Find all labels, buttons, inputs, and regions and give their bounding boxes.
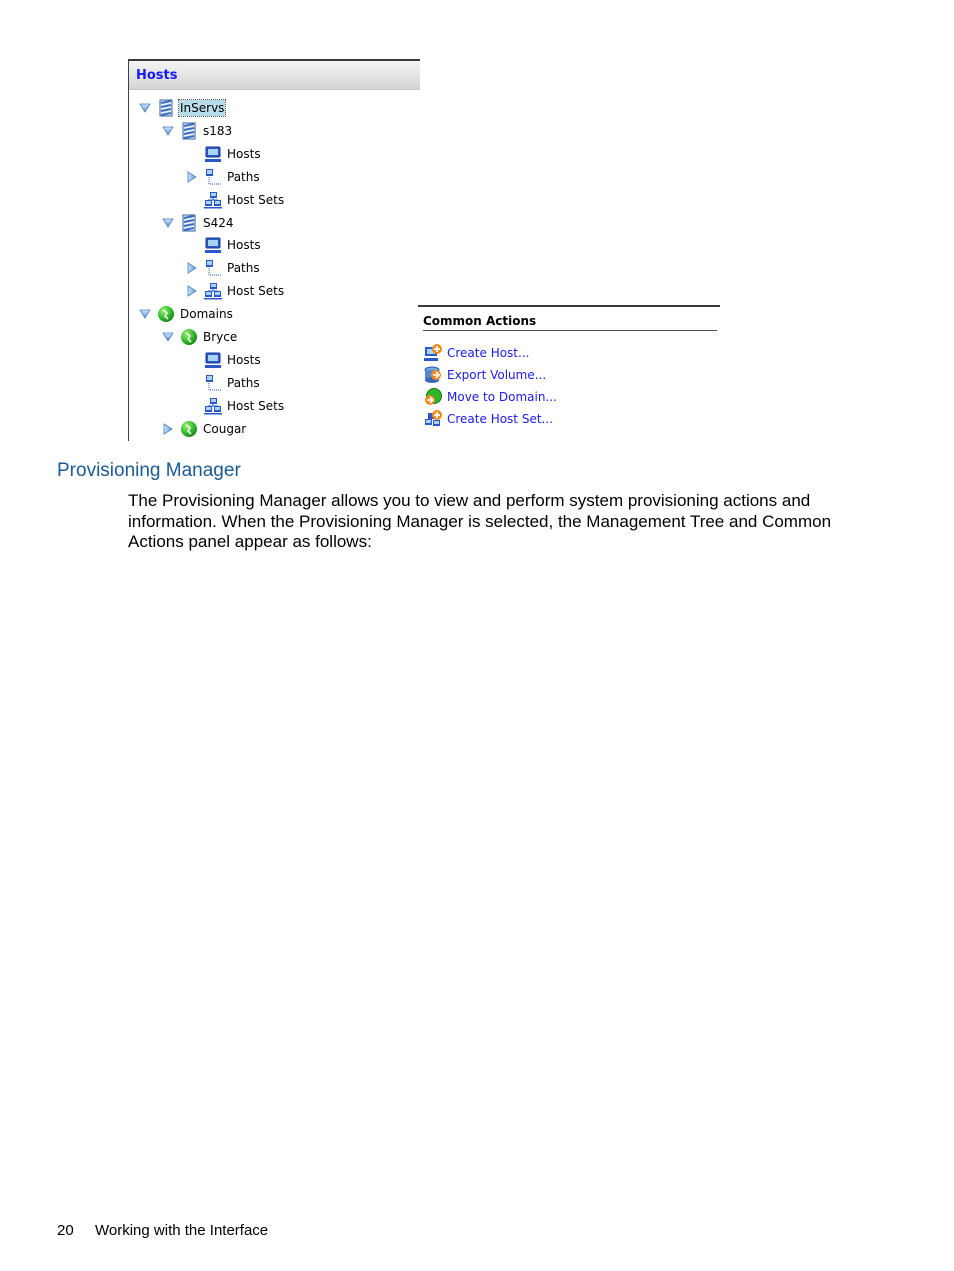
page-footer: 20 Working with the Interface: [57, 1222, 268, 1239]
tree-item[interactable]: Hosts: [186, 144, 262, 164]
collapse-triangle-icon[interactable]: [186, 262, 198, 275]
tree-item-label: S424: [203, 215, 234, 230]
storage-server-icon: [157, 99, 175, 117]
tree-header: Hosts: [129, 59, 420, 90]
tree-item[interactable]: Bryce: [162, 327, 238, 347]
create-host-set-icon: [424, 410, 442, 428]
storage-server-icon: [180, 214, 198, 232]
tree-item[interactable]: Domains: [139, 304, 234, 324]
tree-item-label: Hosts: [227, 238, 261, 253]
collapse-triangle-icon[interactable]: [186, 170, 198, 183]
tree-item[interactable]: Paths: [186, 167, 261, 187]
common-actions-panel: Common Actions Create Host... Export Volu…: [418, 305, 720, 435]
tree-item[interactable]: Cougar: [162, 419, 247, 439]
paths-icon: [204, 259, 222, 277]
page-number: 20: [57, 1222, 74, 1239]
tree-item-label: Bryce: [203, 330, 238, 344]
tree-item[interactable]: s183: [162, 121, 233, 141]
tree-header-title: Hosts: [136, 68, 178, 83]
create-host-icon: [424, 344, 442, 362]
common-action-link[interactable]: Move to Domain...: [424, 387, 557, 407]
expand-triangle-icon[interactable]: [139, 102, 151, 114]
expand-triangle-icon[interactable]: [162, 331, 174, 343]
tree-item-label: s183: [203, 123, 233, 138]
management-tree-panel: Hosts InServs s183 Hosts Paths Host Sets S424…: [128, 59, 420, 441]
expand-triangle-icon[interactable]: [162, 217, 174, 229]
domain-globe-icon: [180, 328, 198, 346]
tree-item[interactable]: S424: [162, 213, 235, 233]
common-action-link[interactable]: Create Host...: [424, 343, 529, 363]
expand-triangle-icon[interactable]: [139, 308, 151, 320]
domain-globe-icon: [180, 420, 198, 438]
tree-item[interactable]: Host Sets: [186, 190, 285, 210]
export-volume-icon: [424, 366, 442, 384]
tree-item-label: Host Sets: [227, 284, 285, 299]
tree-item-label: Host Sets: [227, 192, 285, 207]
tree-item-label: Host Sets: [227, 398, 285, 413]
move-to-domain-icon: [424, 388, 442, 406]
tree-item-label: Paths: [227, 375, 260, 390]
common-action-label: Create Host Set...: [447, 412, 553, 426]
panel-divider: [418, 305, 720, 307]
section-heading: Provisioning Manager: [57, 460, 241, 481]
tree-item-label: Hosts: [227, 146, 261, 161]
host-computer-icon: [204, 351, 222, 369]
tree-item[interactable]: Paths: [186, 258, 261, 278]
storage-server-icon: [180, 122, 198, 140]
tree-item[interactable]: Paths: [186, 373, 261, 393]
common-action-link[interactable]: Create Host Set...: [424, 409, 553, 429]
tree-item-label: Domains: [180, 307, 233, 322]
domain-globe-icon: [157, 305, 175, 323]
tree-item-label: InServs: [177, 99, 227, 117]
host-computer-icon: [204, 236, 222, 254]
paths-icon: [204, 374, 222, 392]
common-action-label: Export Volume...: [447, 368, 547, 382]
expand-triangle-icon[interactable]: [162, 125, 174, 137]
tree-item-label: Paths: [227, 169, 260, 184]
tree-item[interactable]: Host Sets: [186, 281, 285, 301]
common-action-link[interactable]: Export Volume...: [424, 365, 546, 385]
paths-icon: [204, 168, 222, 186]
host-sets-icon: [204, 397, 222, 415]
tree-item[interactable]: Hosts: [186, 235, 262, 255]
collapse-triangle-icon[interactable]: [162, 422, 174, 435]
tree-item-label: Hosts: [227, 352, 261, 367]
host-sets-icon: [204, 191, 222, 209]
host-sets-icon: [204, 282, 222, 300]
chapter-title: Working with the Interface: [95, 1222, 269, 1239]
host-computer-icon: [204, 145, 222, 163]
title-underline: [423, 330, 717, 331]
tree-item[interactable]: Hosts: [186, 350, 262, 370]
tree-item-label: Paths: [227, 261, 260, 276]
body-paragraph: The Provisioning Manager allows you to v…: [128, 491, 832, 551]
tree-item[interactable]: Host Sets: [186, 396, 285, 416]
collapse-triangle-icon[interactable]: [186, 285, 198, 297]
common-action-label: Create Host...: [447, 346, 530, 360]
tree-item[interactable]: InServs: [139, 98, 227, 118]
common-action-label: Move to Domain...: [447, 390, 557, 404]
tree-item-label: Cougar: [203, 421, 247, 436]
common-actions-title: Common Actions: [423, 314, 537, 328]
